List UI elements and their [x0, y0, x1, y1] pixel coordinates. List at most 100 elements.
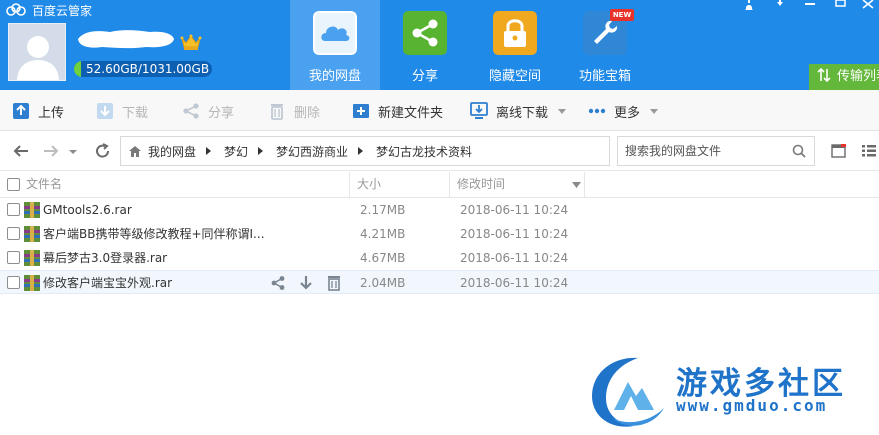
share-button[interactable]: 分享 — [182, 101, 234, 121]
file-row-checkbox[interactable] — [7, 251, 20, 264]
breadcrumb-item-current-folder[interactable]: 梦幻古龙技术资料 — [376, 143, 472, 160]
minimize-icon[interactable] — [800, 0, 820, 14]
offline-download-button[interactable]: 离线下载 — [470, 101, 567, 121]
file-row[interactable]: 幕后梦古3.0登录器.rar 4.67MB 2018-06-11 10:24 — [0, 246, 879, 270]
row-share-icon[interactable] — [270, 275, 286, 291]
baidu-cloud-window: 百度云管家 52.60GB/1031.00GB 我的网盘 分享 隐藏空间 NEW… — [0, 0, 879, 435]
file-modified: 2018-06-11 10:24 — [460, 251, 569, 265]
bell-icon[interactable] — [739, 0, 759, 14]
chevron-down-icon — [558, 108, 567, 114]
transfer-arrows-icon — [817, 67, 831, 83]
file-row-checkbox[interactable] — [7, 203, 20, 216]
gmduo-logo-icon — [592, 357, 664, 427]
storage-quota-fill — [74, 61, 82, 77]
offline-download-icon — [470, 102, 488, 119]
share-icon — [403, 11, 447, 55]
column-divider[interactable] — [449, 172, 450, 198]
file-name[interactable]: 修改客户端宝宝外观.rar — [43, 271, 172, 295]
breadcrumb-item-my-disk[interactable]: 我的网盘 — [148, 143, 196, 160]
upload-icon — [13, 103, 29, 119]
column-header-modified[interactable]: 修改时间 — [457, 172, 505, 198]
tab-hidden-space-label: 隐藏空间 — [488, 69, 541, 84]
list-view-icon[interactable] — [861, 144, 877, 158]
more-dots-icon — [588, 108, 606, 114]
file-row[interactable]: 客户端BB携带等级修改教程+同伴称谓I... 4.21MB 2018-06-11… — [0, 222, 879, 246]
site-watermark: 游戏多社区 www.gmduo.com — [584, 352, 874, 432]
address-bar: 我的网盘 梦幻 梦幻西游商业 梦幻古龙技术资料 搜索我的网盘文件 — [0, 131, 879, 171]
rar-archive-icon — [24, 202, 40, 218]
rar-archive-icon — [24, 226, 40, 242]
trash-icon — [271, 104, 283, 120]
refresh-icon[interactable] — [94, 143, 112, 159]
file-size: 4.67MB — [360, 251, 406, 265]
tab-hidden-space[interactable]: 隐藏空间 — [470, 0, 560, 90]
file-name[interactable]: 幕后梦古3.0登录器.rar — [43, 246, 167, 270]
rar-archive-icon — [24, 275, 40, 291]
default-avatar-icon — [9, 24, 65, 80]
download-button[interactable]: 下载 — [96, 101, 148, 121]
offline-download-label: 离线下载 — [496, 105, 549, 121]
sort-descending-icon[interactable] — [572, 182, 581, 188]
breadcrumb-separator-icon[interactable] — [358, 147, 364, 155]
tab-share[interactable]: 分享 — [380, 0, 470, 90]
history-chevron-down-icon[interactable] — [68, 143, 78, 159]
file-name[interactable]: 客户端BB携带等级修改教程+同伴称谓I... — [43, 222, 265, 246]
new-folder-icon — [353, 104, 369, 118]
file-list-header: 文件名 大小 修改时间 — [0, 172, 879, 198]
file-size: 4.21MB — [360, 227, 406, 241]
breadcrumb-separator-icon[interactable] — [258, 147, 264, 155]
upload-label: 上传 — [38, 105, 65, 121]
storage-quota-bar: 52.60GB/1031.00GB — [74, 61, 212, 77]
storage-quota-text: 52.60GB/1031.00GB — [86, 62, 210, 76]
delete-button[interactable]: 删除 — [268, 101, 320, 121]
file-name[interactable]: GMtools2.6.rar — [43, 198, 132, 222]
select-all-checkbox[interactable] — [7, 178, 20, 191]
tab-share-label: 分享 — [411, 69, 438, 84]
new-badge-text: NEW — [612, 11, 632, 19]
file-modified: 2018-06-11 10:24 — [460, 203, 569, 217]
upload-button[interactable]: 上传 — [12, 101, 64, 121]
forward-arrow-icon[interactable] — [42, 143, 60, 159]
new-folder-label: 新建文件夹 — [378, 105, 444, 121]
row-download-icon[interactable] — [298, 275, 314, 291]
transfer-list-button[interactable]: 传输列表 — [809, 64, 879, 90]
close-icon[interactable] — [858, 0, 878, 14]
home-icon[interactable] — [128, 145, 142, 158]
column-divider[interactable] — [349, 172, 350, 198]
username-redacted — [78, 30, 174, 49]
rar-archive-icon — [24, 250, 40, 266]
breadcrumb-item-menghuan-xiyou[interactable]: 梦幻西游商业 — [276, 143, 348, 160]
file-row-checkbox[interactable] — [7, 227, 20, 240]
file-row-checkbox[interactable] — [7, 276, 20, 289]
column-header-name[interactable]: 文件名 — [26, 172, 62, 198]
watermark-url: www.gmduo.com — [676, 396, 828, 415]
download-icon — [97, 103, 113, 119]
tab-my-disk[interactable]: 我的网盘 — [290, 0, 380, 90]
new-folder-button[interactable]: 新建文件夹 — [352, 101, 443, 121]
more-label: 更多 — [614, 105, 641, 121]
breadcrumb-separator-icon[interactable] — [206, 147, 212, 155]
menu-icon[interactable] — [770, 0, 790, 14]
tab-my-disk-label: 我的网盘 — [308, 69, 361, 84]
search-input[interactable]: 搜索我的网盘文件 — [617, 136, 815, 166]
chevron-down-icon — [650, 108, 659, 114]
lock-icon — [493, 11, 537, 55]
more-button[interactable]: 更多 — [588, 101, 659, 121]
back-arrow-icon[interactable] — [12, 143, 30, 159]
avatar[interactable] — [8, 23, 66, 81]
file-size: 2.17MB — [360, 203, 406, 217]
vip-crown-icon[interactable] — [180, 33, 202, 51]
app-title-text: 百度云管家 — [32, 3, 93, 18]
breadcrumb-item-menghuan[interactable]: 梦幻 — [224, 143, 248, 160]
search-icon[interactable] — [792, 144, 806, 158]
column-divider[interactable] — [584, 172, 585, 198]
file-modified: 2018-06-11 10:24 — [460, 276, 569, 290]
file-row[interactable]: GMtools2.6.rar 2.17MB 2018-06-11 10:24 — [0, 198, 879, 222]
tab-toolbox[interactable]: NEW 功能宝箱 — [560, 0, 650, 90]
maximize-icon[interactable] — [830, 0, 850, 14]
column-header-size[interactable]: 大小 — [357, 172, 381, 198]
file-modified: 2018-06-11 10:24 — [460, 227, 569, 241]
row-delete-icon[interactable] — [326, 275, 342, 291]
thumbnail-view-icon[interactable] — [831, 144, 847, 158]
file-row-hovered[interactable]: 修改客户端宝宝外观.rar 2.04MB 2018-06-11 10:24 — [0, 270, 879, 294]
